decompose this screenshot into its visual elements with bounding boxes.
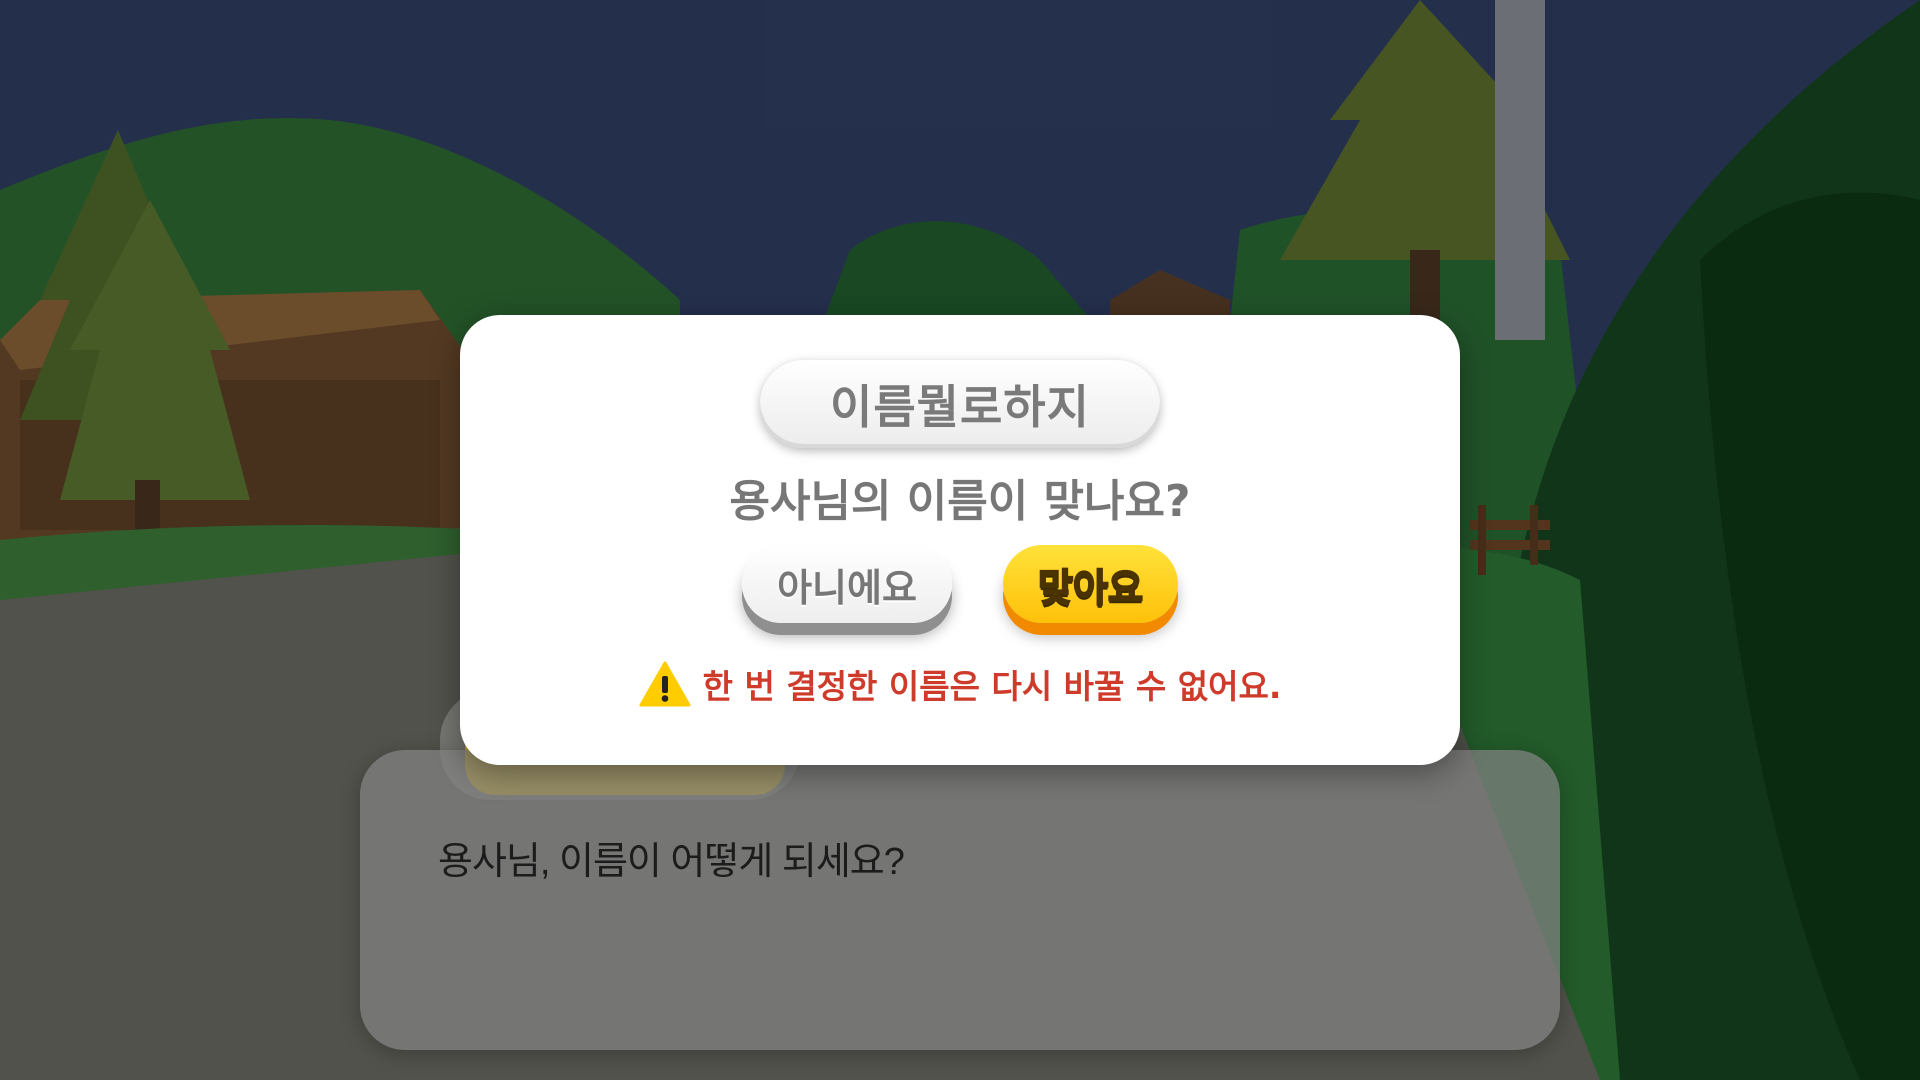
entered-name-display: 이름뭘로하지 — [760, 360, 1160, 448]
dialogue-box: 용사님, 이름이 어떻게 되세요? — [360, 750, 1560, 1050]
dialogue-text: 용사님, 이름이 어떻게 되세요? — [438, 841, 905, 883]
no-button[interactable]: 아니에요 — [742, 545, 952, 623]
warning-text: 한 번 결정한 이름은 다시 바꿀 수 없어요. — [702, 667, 1282, 706]
warning-triangle-icon — [639, 661, 691, 707]
name-confirm-modal: 이름뭘로하지 용사님의 이름이 맞나요? 아니에요 맞아요 한 번 결정한 이름… — [460, 315, 1460, 765]
confirm-question: 용사님의 이름이 맞나요? — [729, 476, 1191, 527]
yes-button[interactable]: 맞아요 — [1003, 545, 1178, 623]
warning-message: 한 번 결정한 이름은 다시 바꿀 수 없어요. — [460, 660, 1460, 708]
